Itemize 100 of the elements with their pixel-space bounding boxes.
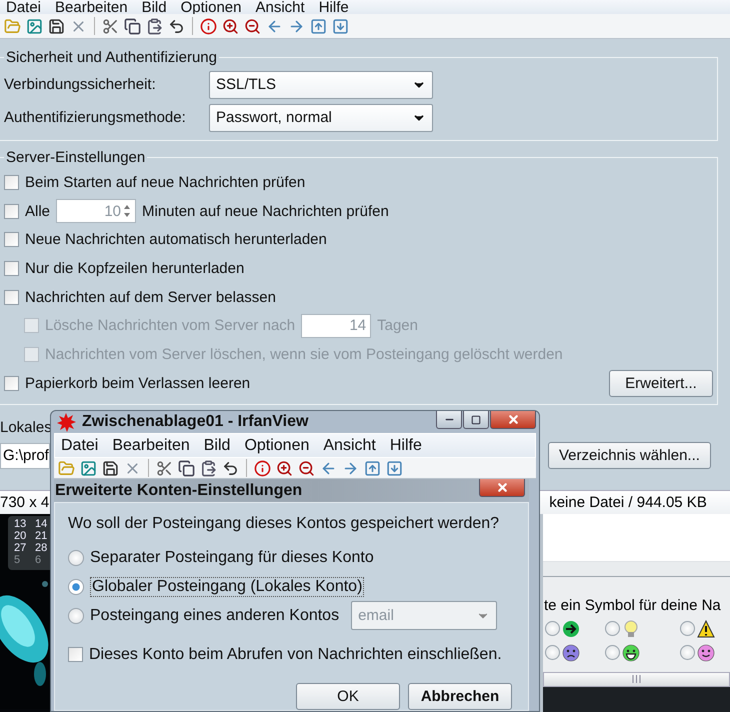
option-label: Globaler Posteingang (Lokales Konto) — [92, 578, 362, 594]
scissors-icon[interactable] — [156, 460, 173, 477]
radio-button[interactable] — [68, 578, 84, 594]
maximize-icon — [471, 414, 481, 424]
zoom-out-icon[interactable] — [244, 18, 261, 34]
calendar-day: 14 — [35, 518, 50, 530]
option-label: Alle — [25, 202, 50, 220]
zoom-out-icon[interactable] — [298, 460, 315, 477]
dropdown[interactable]: SSL/TLS — [209, 70, 433, 98]
checkbox[interactable] — [4, 174, 19, 190]
calendar-day: 27 — [14, 542, 29, 554]
dropdown[interactable]: Passwort, normal — [209, 104, 433, 132]
menu-item[interactable]: Datei — [6, 0, 42, 14]
splat-logo-icon — [56, 412, 76, 432]
clipboard-icon[interactable] — [146, 18, 163, 34]
folder-icon[interactable] — [58, 460, 75, 477]
menu-item[interactable]: Ansicht — [256, 0, 305, 14]
sad-face-icon — [562, 644, 580, 662]
unit-label: Minuten auf neue Nachrichten prüfen — [142, 202, 389, 220]
arrow-up-icon[interactable] — [364, 460, 381, 477]
spinner-icon[interactable] — [123, 204, 132, 218]
minimize-button[interactable] — [436, 411, 462, 429]
arrow-right-icon — [562, 620, 580, 638]
smile-face-icon — [697, 644, 715, 662]
dialog-title: Erweiterte Konten-Einstellungen — [55, 482, 302, 500]
choose-folder-button[interactable]: Verzeichnis wählen... — [548, 442, 711, 469]
menu-item[interactable]: Hilfe — [318, 0, 349, 14]
option-label: Dieses Konto beim Abrufen von Nachrichten einschließen. — [89, 646, 502, 664]
path-field[interactable]: G:\prof — [0, 442, 50, 468]
option-label: Papierkorb beim Verlassen leeren — [25, 374, 250, 392]
option-label: Beim Starten auf neue Nachrichten prüfen — [25, 174, 306, 191]
radio-button[interactable] — [680, 645, 695, 660]
warning-icon — [697, 620, 715, 638]
radio-button[interactable] — [545, 645, 560, 660]
info-icon[interactable] — [200, 18, 217, 34]
field-label: Verbindungssicherheit: — [4, 76, 157, 93]
calendar-day: 20 — [14, 530, 29, 542]
field-label: Authentifizierungsmethode: — [4, 109, 187, 126]
undo-icon[interactable] — [222, 460, 239, 477]
option-label: Neue Nachrichten automatisch herunterladen — [25, 231, 327, 248]
checkbox[interactable] — [4, 260, 19, 276]
checkbox[interactable] — [4, 376, 19, 391]
grip-icon — [632, 675, 641, 683]
unit-label: Tagen — [377, 317, 418, 334]
close-icon — [496, 481, 508, 494]
radio-button[interactable] — [68, 550, 84, 566]
calendar-day: 28 — [35, 542, 50, 554]
checkbox[interactable] — [4, 204, 19, 219]
advanced-button[interactable]: Erweitert... — [609, 370, 713, 397]
section-label: Lokales — [0, 419, 52, 436]
lightbulb-icon — [622, 620, 640, 638]
menu-item[interactable]: Hilfe — [390, 438, 422, 454]
radio-button[interactable] — [545, 621, 560, 636]
undo-icon[interactable] — [168, 18, 185, 34]
clipboard-icon[interactable] — [200, 460, 217, 477]
menu-item[interactable]: Datei — [61, 438, 98, 454]
scissors-icon[interactable] — [102, 18, 119, 34]
question-text: Wo soll der Posteingang dieses Kontos gespeichert werden? — [68, 515, 500, 534]
folder-icon[interactable] — [4, 18, 21, 34]
zoom-in-icon[interactable] — [222, 18, 239, 34]
checkbox[interactable] — [4, 290, 19, 305]
image-icon[interactable] — [80, 460, 97, 477]
ok-button[interactable]: OK — [296, 683, 400, 710]
checkbox[interactable] — [4, 232, 19, 248]
grin-face-icon — [622, 644, 640, 662]
option-label: Nachrichten auf dem Server belassen — [25, 288, 276, 306]
copy-icon[interactable] — [124, 18, 141, 34]
option-label: Nachrichten vom Server löschen, wenn sie vom Posteingang gelöscht werden — [45, 346, 563, 363]
copy-icon[interactable] — [178, 460, 195, 477]
scrollbar[interactable] — [543, 672, 730, 686]
radio-button[interactable] — [605, 645, 620, 660]
checkbox[interactable] — [68, 647, 83, 662]
arrow-down-icon[interactable] — [386, 460, 403, 477]
menu-item[interactable]: Bearbeiten — [112, 438, 190, 454]
window-title: Zwischenablage01 - IrfanView — [82, 413, 308, 432]
status-text: 730 x 4 — [0, 494, 50, 510]
zoom-in-icon[interactable] — [276, 460, 293, 477]
option-label: Nur die Kopfzeilen herunterladen — [25, 260, 244, 277]
menu-item[interactable]: Bild — [204, 438, 230, 454]
option-label: Posteingang eines anderen Kontos — [90, 606, 340, 624]
radio-button[interactable] — [680, 621, 695, 636]
status-text: keine Datei / 944.05 KB — [549, 494, 707, 510]
cancel-button[interactable]: Abbrechen — [408, 683, 512, 710]
menu-item[interactable]: Ansicht — [323, 438, 376, 454]
info-icon[interactable] — [254, 460, 271, 477]
radio-button[interactable] — [68, 608, 84, 624]
maximize-button[interactable] — [463, 411, 489, 429]
arrow-up-icon[interactable] — [310, 18, 327, 34]
image-icon[interactable] — [26, 18, 43, 34]
close-button[interactable] — [479, 479, 525, 497]
group-title: Sicherheit und Authentifizierung — [5, 49, 218, 66]
menu-item[interactable]: Optionen — [244, 438, 310, 454]
close-button[interactable] — [490, 411, 536, 429]
group-title: Server-Einstellungen — [5, 149, 146, 166]
menu-item[interactable]: Bearbeiten — [55, 0, 128, 14]
arrow-down-icon[interactable] — [332, 18, 349, 34]
option-label: Separater Posteingang für dieses Konto — [90, 548, 374, 566]
menu-item[interactable]: Optionen — [180, 0, 242, 14]
radio-button[interactable] — [605, 621, 620, 636]
menu-item[interactable]: Bild — [142, 0, 167, 14]
